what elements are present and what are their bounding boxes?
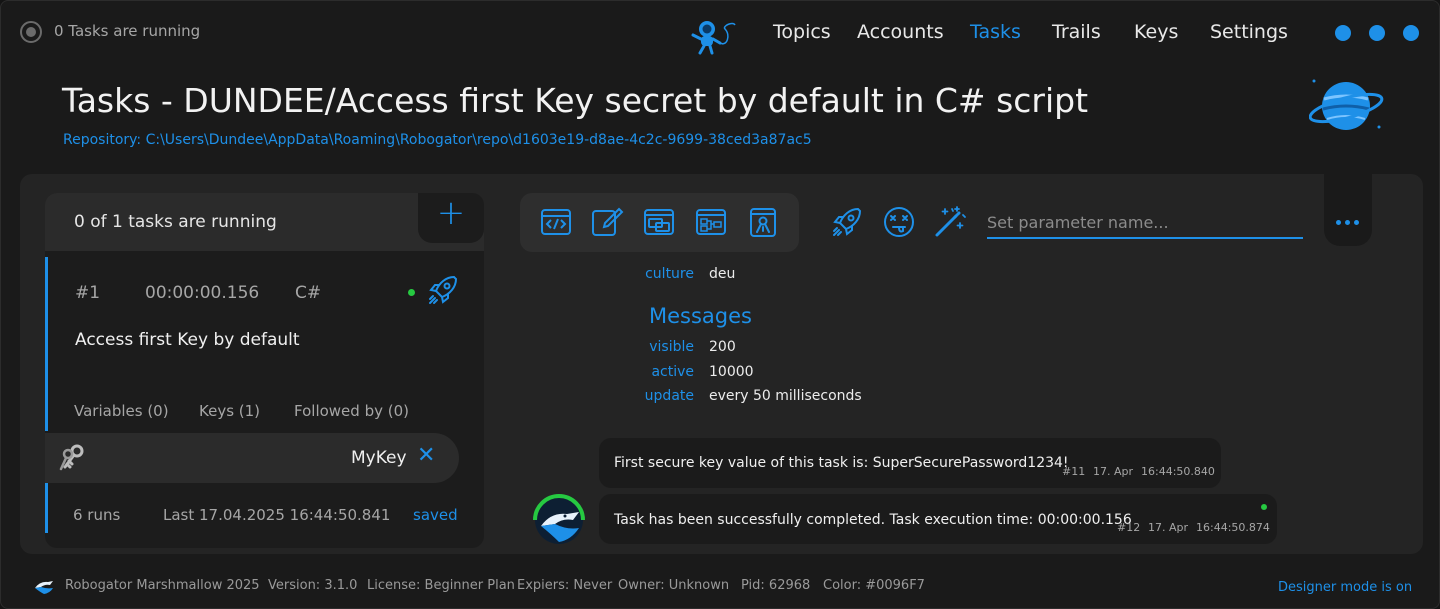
message-bubble: Task has been successfully completed. Ta…	[599, 494, 1277, 544]
more-dot	[1354, 220, 1359, 225]
saved-status: saved	[413, 506, 458, 524]
active-value: 10000	[709, 364, 754, 380]
footer-license: License: Beginner Plan	[367, 578, 515, 593]
parameter-name-input[interactable]	[987, 207, 1303, 239]
launch-rocket-icon[interactable]	[830, 205, 864, 239]
footer-color: Color: #0096F7	[823, 578, 925, 593]
nav-topics[interactable]: Topics	[773, 21, 831, 43]
nav-keys[interactable]: Keys	[1134, 21, 1178, 43]
nav-accounts[interactable]: Accounts	[857, 21, 944, 43]
nav-settings[interactable]: Settings	[1210, 21, 1288, 43]
keys-icon	[59, 444, 84, 471]
active-label: active	[651, 364, 694, 380]
tasks-panel: 0 of 1 tasks are running + #1 00:00:00.1…	[45, 193, 484, 548]
message-date: 17. Apr	[1093, 465, 1134, 478]
astronaut-logo-icon	[691, 21, 736, 55]
message-date: 17. Apr	[1148, 521, 1189, 534]
repository-path[interactable]: Repository: C:\Users\Dundee\AppData\Roam…	[63, 132, 812, 148]
windows-icon[interactable]	[642, 205, 676, 239]
planet-icon	[1309, 79, 1384, 130]
footer-pid: Pid: 62968	[741, 578, 811, 593]
task-number: #1	[75, 283, 101, 303]
runs-last-time: Last 17.04.2025 16:44:50.841	[163, 506, 391, 524]
remove-key-icon[interactable]: ✕	[417, 445, 435, 467]
footer-expires: Expiers: Never	[517, 578, 613, 593]
message-status-dot	[1261, 504, 1267, 510]
maximize-button[interactable]	[1369, 25, 1385, 41]
message-text: First secure key value of this task is: …	[614, 455, 1069, 471]
robogator-logo-icon	[35, 581, 53, 594]
key-name: MyKey	[351, 448, 407, 468]
robogator-avatar	[533, 494, 585, 544]
message-text: Task has been successfully completed. Ta…	[614, 512, 1132, 528]
app-window: 0 Tasks are running Topics Accounts Task…	[0, 0, 1440, 609]
task-card[interactable]: #1 00:00:00.156 C# Access first Key by d…	[45, 257, 484, 431]
culture-value: deu	[709, 266, 736, 282]
running-status-text: 0 Tasks are running	[54, 22, 201, 40]
dizzy-face-icon[interactable]	[882, 205, 916, 239]
runs-count: 6 runs	[73, 506, 121, 524]
run-rocket-icon[interactable]	[426, 273, 460, 307]
footer-product: Robogator Marshmallow 2025	[65, 578, 260, 593]
footer-version: Version: 3.1.0	[268, 578, 358, 593]
secure-document-icon[interactable]	[746, 205, 780, 239]
runs-row: 6 runs Last 17.04.2025 16:44:50.841 save…	[45, 483, 484, 533]
code-icon[interactable]	[539, 205, 573, 239]
magic-wand-icon[interactable]	[933, 205, 967, 239]
task-language: C#	[295, 283, 322, 303]
tab-followed-by[interactable]: Followed by (0)	[294, 402, 409, 420]
task-name: Access first Key by default	[75, 330, 300, 350]
running-status-icon	[20, 21, 42, 43]
designer-mode-link[interactable]: Designer mode is on	[1278, 580, 1412, 595]
message-id: #11	[1062, 465, 1086, 478]
visible-value: 200	[709, 339, 736, 355]
edit-pencil-icon[interactable]	[590, 205, 624, 239]
update-label: update	[644, 388, 694, 404]
editor-toolbar	[520, 193, 799, 252]
tab-keys[interactable]: Keys (1)	[199, 402, 260, 420]
nav-tasks[interactable]: Tasks	[970, 21, 1021, 43]
more-dot	[1345, 220, 1350, 225]
message-time: 16:44:50.874	[1196, 521, 1270, 534]
flowchart-icon[interactable]	[694, 205, 728, 239]
more-options-button[interactable]	[1324, 174, 1372, 246]
task-status-dot	[408, 289, 415, 296]
key-chip[interactable]: MyKey ✕	[45, 433, 459, 483]
culture-label: culture	[645, 266, 694, 282]
messages-heading: Messages	[649, 304, 752, 328]
tab-variables[interactable]: Variables (0)	[74, 402, 169, 420]
message-time: 16:44:50.840	[1141, 465, 1215, 478]
page-title: Tasks - DUNDEE/Access first Key secret b…	[62, 81, 1089, 120]
minimize-button[interactable]	[1335, 25, 1351, 41]
footer-owner: Owner: Unknown	[618, 578, 730, 593]
message-bubble: First secure key value of this task is: …	[599, 438, 1221, 488]
nav-trails[interactable]: Trails	[1052, 21, 1101, 43]
message-id: #12	[1117, 521, 1141, 534]
update-value: every 50 milliseconds	[709, 388, 862, 404]
task-elapsed: 00:00:00.156	[145, 283, 260, 303]
close-button[interactable]	[1403, 25, 1419, 41]
more-dot	[1336, 220, 1341, 225]
add-task-button[interactable]: +	[418, 193, 484, 243]
visible-label: visible	[649, 339, 694, 355]
tasks-running-count: 0 of 1 tasks are running	[74, 212, 277, 232]
